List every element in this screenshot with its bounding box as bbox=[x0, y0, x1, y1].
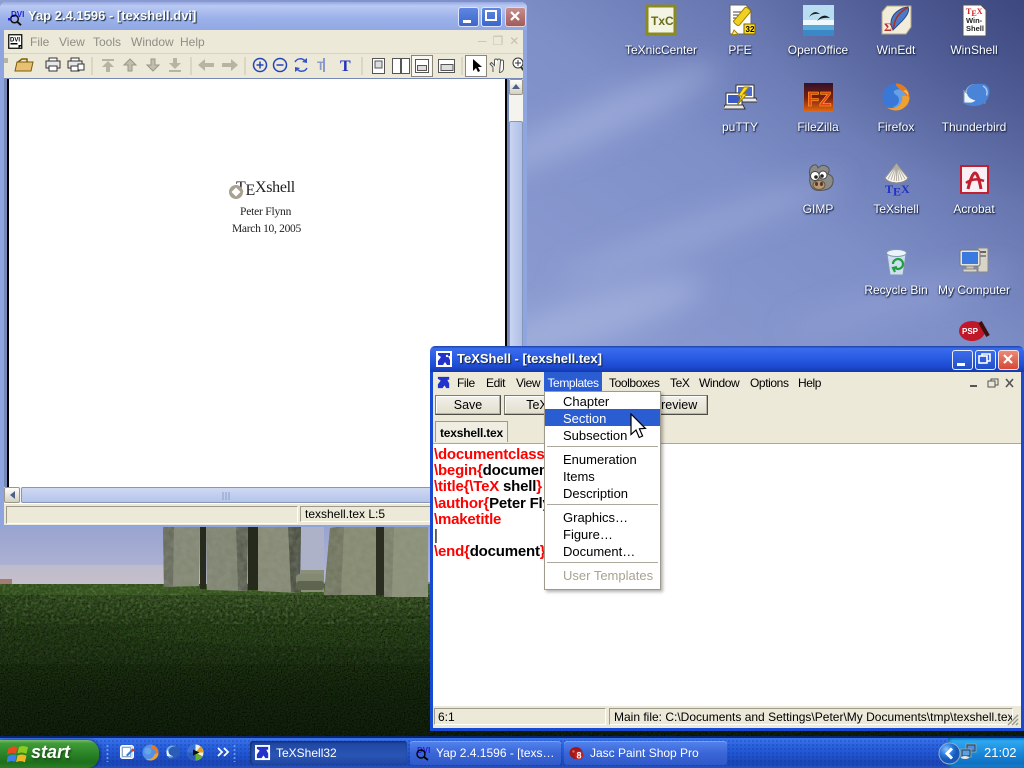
svg-text:32: 32 bbox=[745, 25, 754, 34]
svg-text:Σ: Σ bbox=[884, 20, 892, 34]
svg-text:8: 8 bbox=[577, 751, 582, 761]
svg-text:TEX: TEX bbox=[885, 182, 910, 196]
svg-text:FZ: FZ bbox=[807, 89, 831, 111]
svg-text:TxC: TxC bbox=[651, 14, 674, 28]
svg-text:PSP: PSP bbox=[962, 327, 979, 336]
svg-text:DVI: DVI bbox=[10, 38, 20, 44]
svg-text:T: T bbox=[340, 58, 351, 75]
svg-text:Shell: Shell bbox=[966, 24, 984, 33]
svg-text:T: T bbox=[317, 59, 325, 73]
